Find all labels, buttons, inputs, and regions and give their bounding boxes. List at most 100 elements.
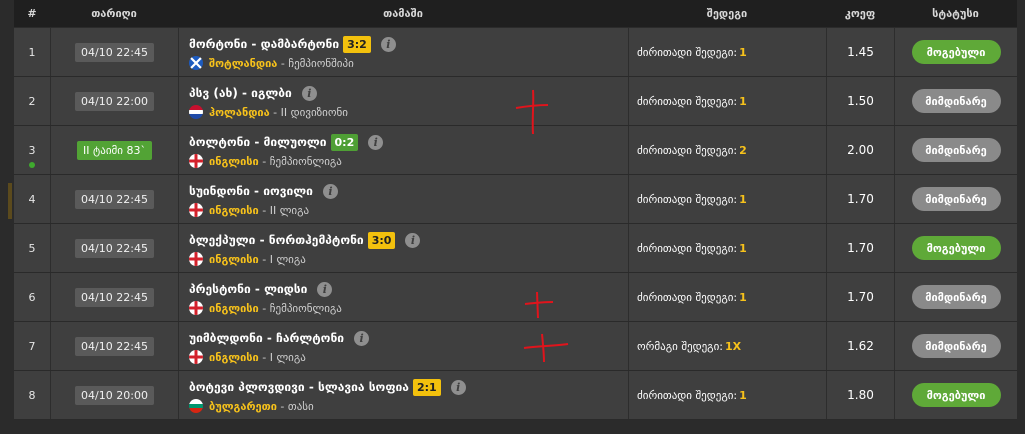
match-cell: ბლექპული - ნორთჰემპტონი 3:0 i ინგლისი - … (178, 224, 628, 272)
odds-value: 1.70 (847, 192, 874, 206)
netherlands-flag-icon (189, 105, 203, 119)
status-button[interactable]: მოგებული (911, 40, 1001, 64)
result-value: 2 (739, 143, 747, 157)
table-row[interactable]: 2 04/10 22:00 პსვ (ახ) - იგლბი i ჰოლანდი… (14, 77, 1017, 126)
info-icon[interactable]: i (405, 232, 421, 248)
status-button[interactable]: მოგებული (911, 383, 1001, 407)
odds-cell: 1.45 (826, 28, 894, 76)
league-name: თასი (287, 399, 314, 413)
result-cell: ძირითადი შედეგი: 1 (628, 273, 826, 321)
result-cell: ძირითადი შედეგი: 2 (628, 126, 826, 174)
info-icon[interactable]: i (301, 85, 317, 101)
table-row[interactable]: 5 04/10 22:45 ბლექპული - ნორთჰემპტონი 3:… (14, 224, 1017, 273)
status-button[interactable]: მიმდინარე (911, 89, 1001, 113)
row-number-cell: 2 (14, 77, 50, 125)
country-name: ინგლისი (209, 154, 259, 168)
league-name: ჩემპიონლიგა (269, 154, 342, 168)
row-number-cell: 5 (14, 224, 50, 272)
odds-cell: 1.70 (826, 224, 894, 272)
result-label: ძირითადი შედეგი: (637, 241, 738, 255)
header-result: შედეგი (706, 7, 748, 20)
status-button[interactable]: მოგებული (911, 236, 1001, 260)
row-number: 6 (28, 290, 36, 304)
date-cell: II ტაიმი 83` (50, 126, 178, 174)
date-cell: 04/10 20:00 (50, 371, 178, 419)
league-sep: - (258, 252, 270, 266)
match-name[interactable]: ბოტევი პლოვდივი - სლავია სოფია (189, 380, 409, 394)
table-row[interactable]: 7 04/10 22:45 უიმბლდონი - ჩარლტონი i ინგ… (14, 322, 1017, 371)
match-cell: პსვ (ახ) - იგლბი i ჰოლანდია - II დივიზიო… (178, 77, 628, 125)
info-icon[interactable]: i (380, 36, 396, 52)
status-button[interactable]: მიმდინარე (911, 138, 1001, 162)
row-number-cell: 7 (14, 322, 50, 370)
status-button[interactable]: მიმდინარე (911, 187, 1001, 211)
info-icon[interactable]: i (450, 379, 466, 395)
result-label: ძირითადი შედეგი: (637, 388, 738, 402)
match-date: 04/10 22:45 (75, 238, 154, 258)
odds-value: 1.70 (847, 290, 874, 304)
match-date: 04/10 22:45 (75, 287, 154, 307)
country-name: ინგლისი (209, 252, 259, 266)
country-name: ჰოლანდია (209, 105, 270, 119)
status-cell: მიმდინარე (894, 77, 1017, 125)
bets-table: # თარიღი თამაში შედეგი კოეფ სტატუსი 1 04… (14, 0, 1017, 434)
info-icon[interactable]: i (368, 134, 384, 150)
table-row[interactable]: 6 04/10 22:45 პრესტონი - ლიდსი i ინგლისი… (14, 273, 1017, 322)
odds-cell: 1.50 (826, 77, 894, 125)
status-button[interactable]: მიმდინარე (911, 285, 1001, 309)
match-name[interactable]: უიმბლდონი - ჩარლტონი (189, 331, 344, 345)
odds-cell: 2.00 (826, 126, 894, 174)
odds-value: 2.00 (847, 143, 874, 157)
odds-value: 1.80 (847, 388, 874, 402)
status-cell: მიმდინარე (894, 175, 1017, 223)
table-row[interactable]: 3 II ტაიმი 83` ბოლტონი - მილუოლი 0:2 i ი… (14, 126, 1017, 175)
league-name: I ლიგა (269, 350, 306, 364)
result-cell: ძირითადი შედეგი: 1 (628, 175, 826, 223)
score-badge: 2:1 (412, 378, 441, 396)
header-date: თარიღი (91, 7, 137, 20)
match-name[interactable]: სუინდონი - იოვილი (189, 184, 313, 198)
live-dot-icon (29, 162, 35, 168)
match-name[interactable]: პრესტონი - ლიდსი (189, 282, 307, 296)
england-flag-icon (189, 350, 203, 364)
bulgaria-flag-icon (189, 399, 203, 413)
match-name[interactable]: მორტონი - დამბარტონი (189, 37, 339, 51)
status-cell: მოგებული (894, 371, 1017, 419)
row-number-cell: 1 (14, 28, 50, 76)
status-cell: მოგებული (894, 224, 1017, 272)
date-cell: 04/10 22:45 (50, 322, 178, 370)
status-button[interactable]: მიმდინარე (911, 334, 1001, 358)
result-cell: ძირითადი შედეგი: 1 (628, 77, 826, 125)
table-row[interactable]: 1 04/10 22:45 მორტონი - დამბარტონი 3:2 i… (14, 28, 1017, 77)
status-cell: მიმდინარე (894, 126, 1017, 174)
result-label: ძირითადი შედეგი: (637, 45, 738, 59)
country-name: შოტლანდია (209, 56, 278, 70)
date-cell: 04/10 22:00 (50, 77, 178, 125)
row-number: 4 (28, 192, 36, 206)
row-number-cell: 6 (14, 273, 50, 321)
row-number: 1 (28, 45, 36, 59)
info-icon[interactable]: i (322, 183, 338, 199)
info-icon[interactable]: i (354, 330, 370, 346)
odds-value: 1.45 (847, 45, 874, 59)
match-name[interactable]: ბლექპული - ნორთჰემპტონი (189, 233, 364, 247)
result-label: ძირითადი შედეგი: (637, 290, 738, 304)
match-cell: ბოლტონი - მილუოლი 0:2 i ინგლისი - ჩემპიო… (178, 126, 628, 174)
info-icon[interactable]: i (317, 281, 333, 297)
table-row[interactable]: 8 04/10 20:00 ბოტევი პლოვდივი - სლავია ს… (14, 371, 1017, 420)
league-sep: - (258, 350, 270, 364)
row-number: 3 (28, 143, 36, 157)
odds-cell: 1.70 (826, 273, 894, 321)
table-body: 1 04/10 22:45 მორტონი - დამბარტონი 3:2 i… (14, 28, 1017, 420)
header-status: სტატუსი (932, 7, 979, 20)
odds-cell: 1.70 (826, 175, 894, 223)
match-name[interactable]: პსვ (ახ) - იგლბი (189, 86, 292, 100)
result-label: ორმაგი შედეგი: (637, 339, 723, 353)
odds-value: 1.62 (847, 339, 874, 353)
league-sep: - (258, 301, 270, 315)
table-row[interactable]: 4 04/10 22:45 სუინდონი - იოვილი i ინგლის… (14, 175, 1017, 224)
result-cell: ძირითადი შედეგი: 1 (628, 28, 826, 76)
match-name[interactable]: ბოლტონი - მილუოლი (189, 135, 327, 149)
england-flag-icon (189, 154, 203, 168)
odds-value: 1.70 (847, 241, 874, 255)
